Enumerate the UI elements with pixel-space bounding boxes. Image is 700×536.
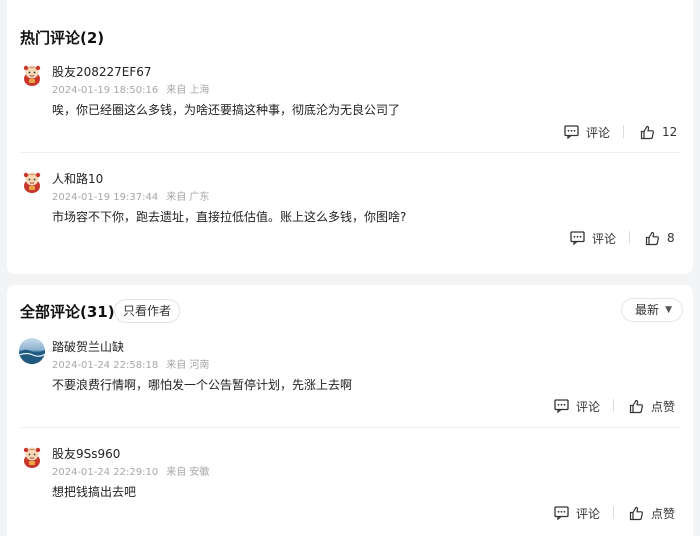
comment-author[interactable]: 股友208227EF67	[52, 63, 152, 80]
like-count: 8	[667, 231, 675, 245]
like-button[interactable]: 12	[640, 123, 677, 141]
only-author-button[interactable]: 只看作者	[114, 299, 181, 323]
comment-bubble-icon	[554, 399, 569, 413]
thumbs-up-icon	[645, 231, 659, 245]
comment-author[interactable]: 踏破贺兰山缺	[52, 338, 124, 355]
comment-author[interactable]: 股友9Ss960	[52, 445, 120, 462]
fortune-mascot-avatar-icon[interactable]	[20, 63, 44, 87]
comment-text: 唉，你已经圈这么多钱，为啥还要搞这种事，彻底沦为无良公司了	[52, 103, 401, 117]
comment-item: 股友208227EF67 2024-01-19 18:50:16 来自 上海 唉，…	[7, 63, 693, 143]
comment-divider	[20, 152, 680, 153]
reply-label: 评论	[576, 506, 601, 521]
comment-location: 来自 广东	[166, 192, 210, 203]
comment-time: 2024-01-19 18:50:16	[52, 85, 159, 96]
comment-location: 来自 河南	[166, 360, 210, 371]
action-divider	[613, 506, 614, 519]
sort-label: 最新	[635, 303, 660, 317]
hot-comments-title: 热门评论(2)	[20, 29, 105, 47]
action-divider	[613, 399, 614, 412]
comment-meta: 2024-01-19 18:50:16 来自 上海	[52, 81, 209, 96]
all-comments-section: 全部评论(31) 只看作者 最新 ▼ 踏破贺兰山缺 2024-01-24 22:…	[7, 285, 693, 536]
comment-actions: 评论 8	[7, 229, 693, 247]
comment-meta: 2024-01-19 19:37:44 来自 广东	[52, 188, 209, 203]
all-comments-title: 全部评论(31)	[20, 303, 115, 321]
comment-actions: 评论 点赞	[7, 504, 693, 522]
reply-label: 评论	[592, 231, 617, 246]
comment-item: 股友9Ss960 2024-01-24 22:29:10 来自 安徽 想把钱搞出去…	[7, 445, 693, 525]
reply-button[interactable]: 评论	[564, 123, 610, 141]
comment-bubble-icon	[554, 506, 569, 520]
comment-divider	[20, 427, 680, 428]
reply-button[interactable]: 评论	[554, 397, 600, 415]
comment-item: 踏破贺兰山缺 2024-01-24 22:58:18 来自 河南 不要浪费行情啊，…	[7, 338, 693, 418]
thumbs-up-icon	[640, 125, 654, 139]
comment-time: 2024-01-24 22:58:18	[52, 360, 159, 371]
action-divider	[629, 231, 630, 244]
fortune-mascot-avatar-icon[interactable]	[20, 170, 44, 194]
comment-actions: 评论 点赞	[7, 397, 693, 415]
landscape-photo-avatar-art	[19, 349, 45, 364]
comment-time: 2024-01-24 22:29:10	[52, 467, 159, 478]
comment-item: 人和路10 2024-01-19 19:37:44 来自 广东 市场容不下你，跑去…	[7, 170, 693, 250]
reply-button[interactable]: 评论	[570, 229, 616, 247]
like-label: 点赞	[651, 399, 676, 414]
action-divider	[623, 125, 624, 138]
comment-meta: 2024-01-24 22:58:18 来自 河南	[52, 356, 209, 371]
landscape-photo-avatar[interactable]	[19, 338, 45, 364]
reply-button[interactable]: 评论	[554, 504, 600, 522]
chevron-down-icon: ▼	[665, 305, 672, 315]
comment-bubble-icon	[564, 125, 579, 139]
comment-text: 不要浪费行情啊，哪怕发一个公告暂停计划，先涨上去啊	[52, 378, 353, 392]
like-button[interactable]: 8	[645, 229, 675, 247]
like-count: 12	[662, 125, 678, 139]
comment-bubble-icon	[570, 231, 585, 245]
comment-text: 想把钱搞出去吧	[52, 485, 137, 499]
thumbs-up-icon	[629, 506, 643, 520]
comment-text: 市场容不下你，跑去遗址，直接拉低估值。账上这么多钱，你图啥?	[52, 210, 407, 224]
comment-location: 来自 安徽	[166, 467, 210, 478]
comment-author[interactable]: 人和路10	[52, 170, 103, 187]
thumbs-up-icon	[629, 399, 643, 413]
comment-location: 来自 上海	[166, 85, 210, 96]
fortune-mascot-avatar-icon[interactable]	[20, 445, 44, 469]
hot-comments-section: 热门评论(2) 股友208227EF67 2024-01-19 18:50:16…	[7, 0, 693, 274]
comment-actions: 评论 12	[7, 123, 693, 141]
reply-label: 评论	[576, 399, 601, 414]
like-button[interactable]: 点赞	[629, 397, 675, 415]
like-button[interactable]: 点赞	[629, 504, 675, 522]
comment-meta: 2024-01-24 22:29:10 来自 安徽	[52, 463, 209, 478]
reply-label: 评论	[586, 125, 611, 140]
sort-dropdown[interactable]: 最新 ▼	[621, 298, 683, 322]
comment-time: 2024-01-19 19:37:44	[52, 192, 159, 203]
like-label: 点赞	[651, 506, 676, 521]
